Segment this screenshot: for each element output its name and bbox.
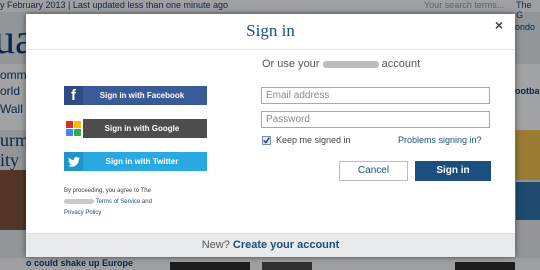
redacted-site-name: [64, 198, 94, 204]
google-icon: [64, 119, 83, 138]
dialog-title: Sign in: [246, 21, 295, 40]
sign-in-button[interactable]: Sign in: [415, 161, 491, 181]
dialog-footer: New? Create your account: [26, 233, 515, 257]
twitter-bird-icon: [64, 152, 83, 171]
twitter-sign-in-button[interactable]: Sign in with Twitter: [64, 152, 207, 171]
terms-prefix: By proceeding, you agree to The: [64, 188, 151, 194]
facebook-icon: f: [64, 86, 83, 105]
google-sign-in-label: Sign in with Google: [104, 124, 180, 133]
google-sign-in-button[interactable]: Sign in with Google: [64, 119, 207, 138]
privacy-policy-link[interactable]: Privacy Policy: [64, 210, 101, 216]
or-use-prefix: Or use your: [262, 58, 320, 70]
cancel-button[interactable]: Cancel: [339, 161, 408, 181]
sign-in-dialog: Sign in × f Sign in with Facebook Sign i…: [26, 14, 515, 257]
terms-notice: By proceeding, you agree to The Terms of…: [64, 186, 214, 219]
dialog-header: Sign in ×: [26, 14, 515, 50]
problems-signing-in-link[interactable]: Problems signing in?: [398, 135, 482, 145]
keep-signed-in-checkbox[interactable]: [262, 135, 271, 145]
email-field[interactable]: [261, 87, 490, 104]
footer-prefix: New?: [201, 239, 230, 251]
facebook-sign-in-label: Sign in with Facebook: [99, 91, 185, 100]
or-use-account-heading: Or use your account: [262, 58, 420, 70]
keep-signed-in-row: Keep me signed in: [262, 135, 351, 145]
create-account-link[interactable]: Create your account: [233, 239, 339, 251]
twitter-sign-in-label: Sign in with Twitter: [105, 157, 179, 166]
or-use-suffix: account: [381, 58, 421, 70]
terms-and-text: and: [141, 199, 152, 205]
keep-signed-in-label: Keep me signed in: [276, 135, 351, 145]
checkmark-icon: [263, 136, 270, 144]
close-button[interactable]: ×: [491, 17, 507, 33]
close-icon: ×: [494, 17, 504, 33]
password-field[interactable]: [261, 111, 490, 128]
redacted-site-name: [322, 60, 379, 68]
facebook-sign-in-button[interactable]: f Sign in with Facebook: [64, 86, 207, 105]
terms-of-service-link[interactable]: Terms of Service: [96, 199, 141, 205]
